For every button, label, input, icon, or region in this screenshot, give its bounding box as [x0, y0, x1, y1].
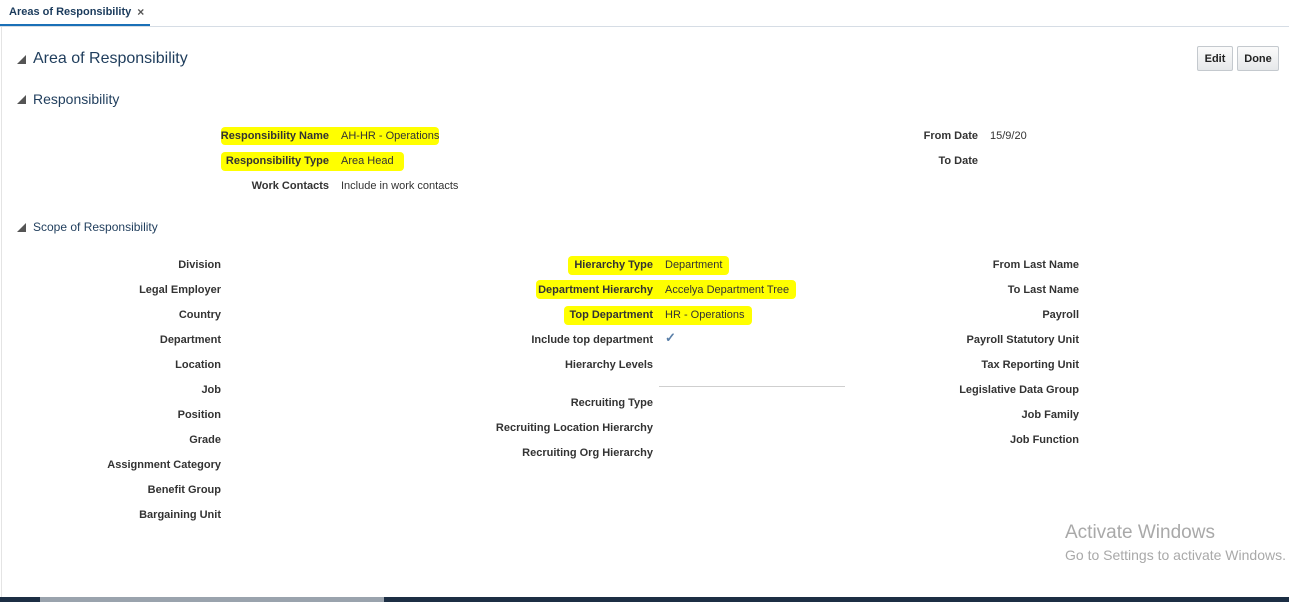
page-title: Area of Responsibility [33, 50, 188, 67]
collapse-triangle-icon[interactable] [17, 94, 26, 104]
recruiting-location-hierarchy-label: Recruiting Location Hierarchy [495, 422, 653, 434]
job-function-label: Job Function [1009, 434, 1079, 446]
responsibility-name-label: Responsibility Name [220, 130, 329, 142]
edit-button[interactable]: Edit [1197, 46, 1233, 71]
done-button[interactable]: Done [1237, 46, 1279, 71]
close-icon[interactable]: × [137, 5, 144, 19]
department-label: Department [159, 334, 221, 346]
payroll-label: Payroll [1042, 309, 1079, 321]
top-department-label: Top Department [569, 309, 653, 321]
tab-bar: Areas of Responsibility × [0, 0, 1289, 27]
divider [659, 386, 845, 387]
section-title: Scope of Responsibility [33, 220, 158, 234]
department-hierarchy-label: Department Hierarchy [538, 284, 653, 296]
grade-label: Grade [189, 434, 221, 446]
responsibility-name-value: AH-HR - Operations [341, 130, 440, 142]
activate-windows-subtext: Go to Settings to activate Windows. [1065, 547, 1286, 563]
scope-section-header[interactable]: Scope of Responsibility [17, 220, 158, 234]
collapse-triangle-icon[interactable] [17, 54, 26, 64]
from-date-value: 15/9/20 [990, 130, 1027, 142]
from-date-label: From Date [923, 130, 978, 142]
work-contacts-value: Include in work contacts [341, 180, 459, 192]
recruiting-type-label: Recruiting Type [570, 397, 653, 409]
job-label: Job [201, 384, 221, 396]
tax-reporting-unit-label: Tax Reporting Unit [981, 359, 1079, 371]
to-last-name-label: To Last Name [1007, 284, 1079, 296]
responsibility-section-header[interactable]: Responsibility [17, 91, 119, 107]
from-last-name-label: From Last Name [992, 259, 1079, 271]
page-header[interactable]: Area of Responsibility [17, 50, 188, 68]
legal-employer-label: Legal Employer [139, 284, 221, 296]
legislative-data-group-label: Legislative Data Group [959, 384, 1079, 396]
benefit-group-label: Benefit Group [147, 484, 221, 496]
done-label: Done [1244, 52, 1272, 65]
hierarchy-type-label: Hierarchy Type [574, 259, 653, 271]
section-title: Responsibility [33, 91, 120, 107]
location-label: Location [175, 359, 221, 371]
work-contacts-label: Work Contacts [251, 180, 329, 192]
hierarchy-type-value: Department [665, 259, 723, 271]
responsibility-type-value: Area Head [341, 155, 394, 167]
activate-windows-watermark: Activate Windows [1065, 522, 1215, 543]
position-label: Position [177, 409, 221, 421]
job-family-label: Job Family [1021, 409, 1079, 421]
bargaining-unit-label: Bargaining Unit [139, 509, 221, 521]
to-date-label: To Date [938, 155, 978, 167]
division-label: Division [178, 259, 221, 271]
responsibility-type-label: Responsibility Type [225, 155, 329, 167]
taskbar-scrollbar[interactable] [40, 597, 384, 602]
department-hierarchy-value: Accelya Department Tree [665, 284, 790, 296]
checkmark-icon: ✓ [665, 330, 676, 345]
recruiting-org-hierarchy-label: Recruiting Org Hierarchy [522, 447, 653, 459]
payroll-statutory-unit-label: Payroll Statutory Unit [966, 334, 1079, 346]
collapse-triangle-icon[interactable] [17, 222, 26, 232]
hierarchy-levels-label: Hierarchy Levels [564, 359, 653, 371]
include-top-department-label: Include top department [531, 334, 653, 346]
tab-label: Areas of Responsibility [9, 6, 132, 18]
assignment-category-label: Assignment Category [107, 459, 221, 471]
top-department-value: HR - Operations [665, 309, 745, 321]
country-label: Country [178, 309, 221, 321]
tab-areas-of-responsibility[interactable]: Areas of Responsibility × [0, 0, 151, 26]
